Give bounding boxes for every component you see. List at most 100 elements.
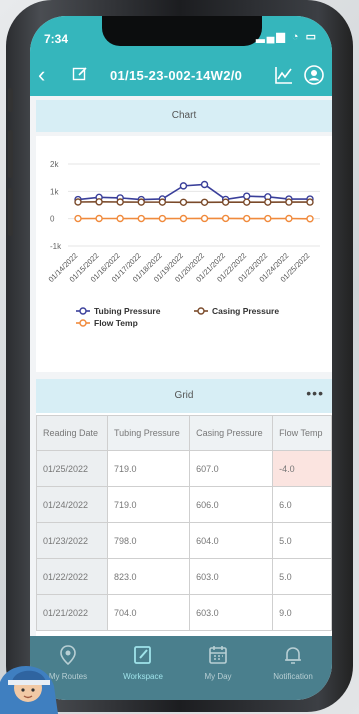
data-point — [74, 214, 82, 223]
user-profile-icon[interactable] — [304, 65, 324, 85]
reading-date-cell: 01/22/2022 — [36, 558, 109, 595]
reading-date-cell: 01/25/2022 — [36, 450, 109, 487]
column-header-tubing-pressure[interactable]: Tubing Pressure — [107, 415, 191, 451]
notch — [102, 16, 262, 46]
bottom-tab-bar: My Routes Workspace My Day Notification — [30, 636, 332, 700]
y-tick-label: 0 — [50, 215, 55, 224]
data-point — [243, 214, 251, 223]
legend-marker — [79, 307, 87, 315]
reading-date-cell: 01/21/2022 — [36, 594, 109, 631]
data-point — [95, 198, 103, 206]
y-tick-label: -1k — [50, 242, 62, 251]
data-point — [116, 214, 124, 223]
legend-marker — [197, 307, 205, 315]
data-point — [264, 198, 272, 206]
reading-date-cell: 01/24/2022 — [36, 486, 109, 523]
data-point — [158, 214, 167, 223]
data-point — [200, 180, 209, 189]
reading-date-cell: 01/23/2022 — [36, 522, 109, 559]
back-arrow-icon[interactable]: ‹ — [38, 62, 45, 88]
chart-icon[interactable] — [274, 65, 294, 85]
data-point — [285, 214, 293, 223]
data-point — [243, 192, 251, 200]
legend-marker — [79, 319, 87, 327]
tubing-pressure-cell: 719.0 — [107, 450, 191, 487]
signal-wifi-battery-icon: ▂▄▆ ◔ ▭ — [256, 31, 318, 43]
data-point — [116, 198, 124, 206]
casing-pressure-cell: 603.0 — [189, 594, 274, 631]
data-point — [306, 198, 314, 206]
table-row[interactable]: 01/22/2022 823.0 603.0 5.0 — [36, 558, 332, 595]
column-header-flow-temp[interactable]: Flow Temp — [272, 415, 332, 451]
table-row[interactable]: 01/25/2022 719.0 607.0 -4.0 — [36, 450, 332, 487]
data-point — [221, 214, 230, 223]
app-bar: ‹ 01/15-23-002-14W2/0 — [30, 56, 332, 96]
chart-panel-header: Chart — [36, 100, 332, 132]
tab-my-day[interactable]: My Day — [180, 644, 256, 681]
flow-temp-cell: 5.0 — [272, 522, 332, 559]
flow-temp-cell: 6.0 — [272, 486, 332, 523]
tab-label: My Day — [204, 672, 232, 681]
tubing-pressure-cell: 704.0 — [107, 594, 191, 631]
volume-down-button — [8, 188, 13, 236]
tab-notification[interactable]: Notification — [255, 644, 331, 681]
readings-table: Reading Date Tubing Pressure Casing Pres… — [36, 415, 332, 631]
calendar-icon — [209, 646, 227, 664]
mute-switch — [8, 88, 13, 112]
data-point — [95, 214, 103, 223]
pressure-chart: 2k1k0-1k01/14/202201/15/202201/16/202201… — [47, 160, 320, 328]
edit-icon[interactable] — [72, 66, 88, 82]
flow-temp-cell: 5.0 — [272, 558, 332, 595]
legend-label: Casing Pressure — [212, 306, 279, 316]
tab-workspace[interactable]: Workspace — [105, 644, 181, 681]
y-tick-label: 2k — [50, 160, 59, 169]
legend-label: Tubing Pressure — [94, 306, 161, 316]
series-line — [77, 183, 310, 201]
map-pin-icon — [60, 645, 76, 666]
data-point — [285, 198, 293, 206]
data-point — [243, 198, 251, 206]
y-tick-label: 1k — [50, 187, 59, 196]
data-point — [137, 198, 145, 206]
data-point — [74, 198, 82, 206]
data-point — [200, 214, 209, 223]
tubing-pressure-cell: 823.0 — [107, 558, 191, 595]
casing-pressure-cell: 604.0 — [189, 522, 274, 559]
tab-label: Notification — [273, 672, 313, 681]
data-point — [137, 214, 145, 223]
volume-up-button — [8, 130, 13, 178]
column-header-reading-date[interactable]: Reading Date — [36, 415, 109, 451]
mascot-character-image — [0, 666, 58, 714]
data-point — [179, 182, 188, 190]
phone-screen: 7:34 ▂▄▆ ◔ ▭ ‹ 01/15-23-002-14W2/0 Chart… — [30, 16, 332, 700]
bell-icon — [285, 647, 301, 664]
tab-label: Workspace — [123, 672, 163, 681]
edit-note-icon — [134, 646, 151, 664]
data-point — [264, 214, 272, 223]
table-row[interactable]: 01/23/2022 798.0 604.0 5.0 — [36, 522, 332, 559]
well-location-title: 01/15-23-002-14W2/0 — [110, 68, 243, 83]
grid-panel-header: Grid — [36, 379, 332, 413]
data-point — [306, 215, 314, 223]
casing-pressure-cell: 607.0 — [189, 450, 274, 487]
more-options-icon[interactable]: ••• — [306, 385, 324, 401]
status-time: 7:34 — [44, 32, 69, 46]
chart-card: 2k 1k 0 -1k 01/14/2022 01/15/2022 01/16/2022 01… — [36, 136, 332, 372]
casing-pressure-cell: 603.0 — [189, 558, 274, 595]
casing-pressure-cell: 606.0 — [189, 486, 274, 523]
data-point — [179, 214, 188, 223]
legend-label: Flow Temp — [94, 318, 138, 328]
table-header-row: Reading Date Tubing Pressure Casing Pres… — [36, 415, 332, 451]
table-row[interactable]: 01/21/2022 704.0 603.0 9.0 — [36, 594, 332, 631]
flow-temp-cell: -4.0 — [272, 450, 332, 487]
data-point — [158, 198, 167, 206]
grid-card: Grid ••• Reading Date Tubing Pressure Ca… — [36, 379, 332, 639]
tubing-pressure-cell: 798.0 — [107, 522, 191, 559]
data-point — [221, 198, 230, 206]
status-bar: 7:34 ▂▄▆ ◔ ▭ — [30, 16, 332, 56]
table-row[interactable]: 01/24/2022 719.0 606.0 6.0 — [36, 486, 332, 523]
data-point — [179, 198, 188, 206]
column-header-casing-pressure[interactable]: Casing Pressure — [189, 415, 274, 451]
flow-temp-cell: 9.0 — [272, 594, 332, 631]
tubing-pressure-cell: 719.0 — [107, 486, 191, 523]
